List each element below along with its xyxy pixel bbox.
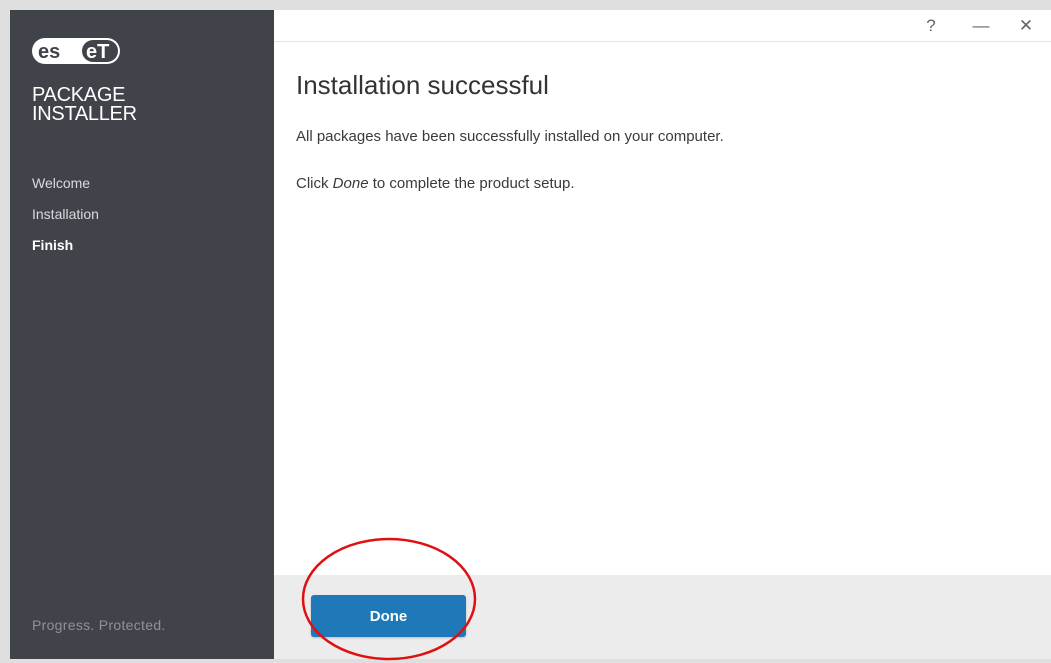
step-list: Welcome Installation Finish [32,168,99,261]
svg-text:es: es [38,41,60,63]
eset-logo: es eT [32,38,120,64]
step-installation: Installation [32,206,99,222]
main-content: Installation successful All packages hav… [296,70,1021,222]
product-name-line2: Installer [32,103,137,125]
installer-window: es eT Package Installer Welcome Installa… [10,10,1051,659]
close-button[interactable]: ✕ [1006,10,1046,41]
step-finish: Finish [32,237,74,253]
tagline: Progress. Protected. [32,617,166,633]
instruction-text: Click Done to complete the product setup… [296,175,1021,192]
done-button[interactable]: Done [311,595,466,637]
minimize-icon: — [972,16,990,35]
footer-bar: Done [274,575,1051,659]
title-bar: ? — ✕ [274,10,1051,42]
page-title: Installation successful [296,70,549,100]
help-button[interactable]: ? [911,10,951,41]
step-welcome: Welcome [32,175,91,191]
minimize-button[interactable]: — [961,10,1001,41]
instruction-suffix: to complete the product setup. [368,175,575,192]
sidebar: es eT Package Installer Welcome Installa… [10,10,274,659]
product-name: Package Installer [32,85,137,125]
instruction-emphasis: Done [332,175,369,192]
success-message: All packages have been successfully inst… [296,128,724,145]
close-icon: ✕ [1018,16,1034,35]
svg-text:eT: eT [86,41,109,63]
help-icon: ? [926,16,936,35]
instruction-prefix: Click [296,175,333,192]
